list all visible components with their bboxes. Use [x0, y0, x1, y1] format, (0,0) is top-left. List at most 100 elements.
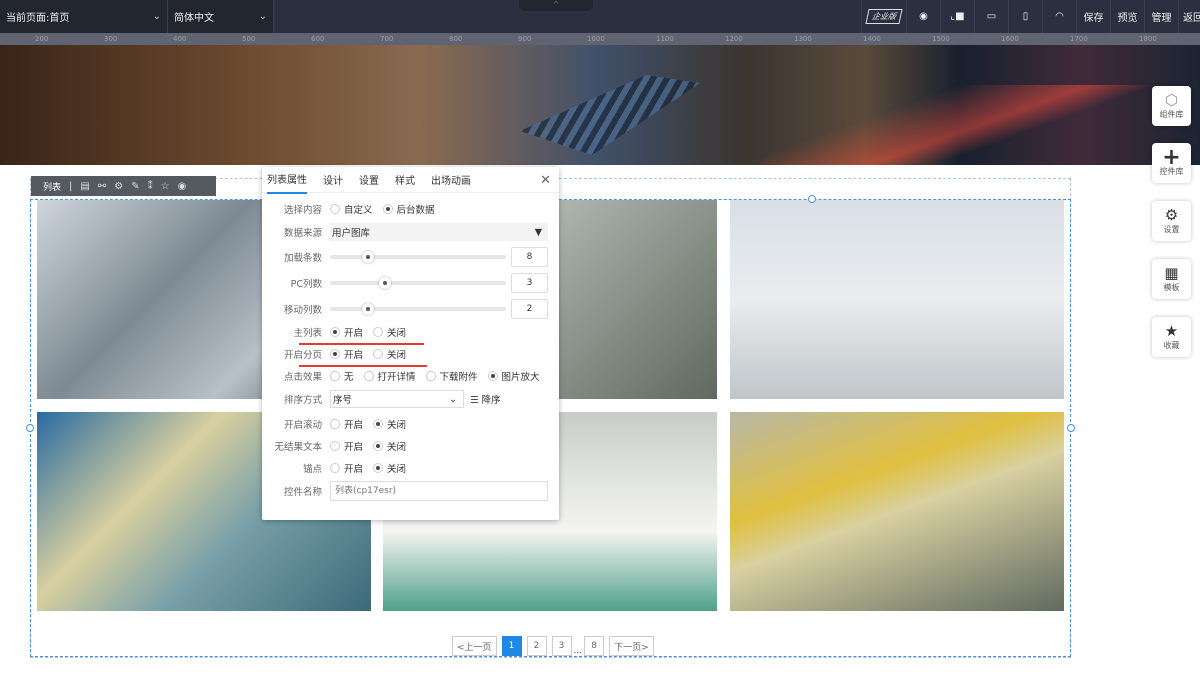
mobile-cols-label: 移动列数	[283, 305, 322, 316]
radio-select-content[interactable]: 自定义	[330, 202, 373, 216]
radio-paging[interactable]: 开启	[330, 347, 363, 361]
mobile-cols-input[interactable]: 2	[511, 299, 548, 319]
pc-cols-label: PC列数	[290, 279, 322, 290]
plus-icon: +	[1162, 145, 1181, 170]
data-source-select[interactable]: 用户图库 ▼	[330, 223, 548, 241]
template-grid-icon: ▦	[1164, 264, 1179, 282]
click-effect-label: 点击效果	[283, 372, 322, 383]
enterprise-badge[interactable]: 企业版	[861, 0, 906, 33]
tab-design[interactable]: 设计	[323, 166, 343, 193]
radio-click-effect[interactable]: 无	[330, 369, 354, 383]
close-icon[interactable]: ✕	[540, 173, 551, 188]
ruler-tick-label: 800	[449, 35, 463, 43]
ruler-tick-label: 1100	[656, 35, 674, 43]
tab-entrance-animation[interactable]: 出场动画	[431, 166, 471, 193]
tab-list-properties[interactable]: 列表属性	[267, 165, 307, 194]
control-name-input[interactable]	[330, 481, 548, 501]
sort-value: 序号	[333, 395, 353, 406]
mobile-cols-slider[interactable]	[330, 303, 506, 315]
radio-scroll[interactable]: 关闭	[373, 417, 406, 431]
prev-page-button[interactable]: <上一页	[452, 636, 497, 656]
load-count-label: 加载条数	[283, 253, 322, 264]
language-select[interactable]: 简体中文 ⌄	[168, 0, 274, 33]
tab-settings[interactable]: 设置	[359, 166, 379, 193]
radio-paging[interactable]: 关闭	[373, 347, 406, 361]
pc-cols-slider[interactable]	[330, 277, 506, 289]
page-button[interactable]: 3	[551, 636, 572, 656]
radio-circle	[363, 371, 374, 381]
list-item-image[interactable]	[730, 412, 1064, 611]
radio-scroll[interactable]: 开启	[330, 417, 363, 431]
radio-main-list[interactable]: 关闭	[373, 325, 406, 339]
radio-label: 开启	[344, 420, 364, 431]
animation-icon[interactable]: ⁑	[148, 181, 153, 192]
radio-label: 开启	[344, 464, 364, 475]
radio-click-effect[interactable]: 打开详情	[363, 369, 416, 383]
radio-click-effect[interactable]: 下载附件	[425, 369, 478, 383]
radio-no-result[interactable]: 关闭	[373, 439, 406, 453]
radio-no-result[interactable]: 开启	[330, 439, 363, 453]
headset-icon[interactable]: ◠	[1042, 0, 1076, 33]
controls-library-button[interactable]: + 控件库	[1152, 143, 1191, 183]
brush-icon[interactable]: ✎	[131, 181, 139, 192]
radio-label: 关闭	[387, 350, 407, 361]
star-icon[interactable]: ☆	[161, 181, 170, 192]
star-gear-icon: ★	[1164, 322, 1179, 340]
resize-handle-top[interactable]	[808, 195, 816, 203]
select-content-label: 选择内容	[283, 205, 322, 216]
radio-click-effect[interactable]: 图片放大	[487, 369, 540, 383]
pagination-ellipsis: ...	[573, 646, 583, 656]
radio-label: 关闭	[387, 420, 407, 431]
mobile-icon[interactable]: ▯	[1008, 0, 1042, 33]
resize-handle-left[interactable]	[26, 424, 34, 432]
save-button[interactable]: 保存	[1076, 0, 1110, 33]
top-toolbar: 当前页面:首页 ⌄ 简体中文 ⌄ ^ 企业版 ◉ ⌞■ ▭ ▯ ◠ 保存 预览 管理…	[0, 0, 1200, 33]
settings-button[interactable]: ⚙ 设置	[1152, 201, 1191, 241]
chevron-down-icon: ⌄	[449, 393, 457, 405]
radio-main-list[interactable]: 开启	[330, 325, 363, 339]
page-select-label: 当前页面:首页	[6, 13, 70, 24]
next-page-button[interactable]: 下一页>	[609, 636, 654, 656]
tab-style[interactable]: 样式	[395, 166, 415, 193]
page-button[interactable]: 2	[526, 636, 547, 656]
page-button[interactable]: 8	[584, 636, 605, 656]
sort-label: 排序方式	[283, 395, 322, 406]
preview-button[interactable]: 预览	[1110, 0, 1144, 33]
components-library-button[interactable]: ⬡ 组件库	[1152, 86, 1191, 126]
sort-order-button[interactable]: ☰ 降序	[470, 392, 501, 406]
gear-icon[interactable]: ⚙	[114, 181, 123, 192]
layout-icon[interactable]: ⌞■	[940, 0, 974, 33]
load-count-input[interactable]: 8	[511, 247, 548, 267]
radio-label: 开启	[344, 328, 364, 339]
radio-select-content[interactable]: 后台数据	[382, 202, 435, 216]
resize-handle-right[interactable]	[1067, 424, 1075, 432]
radio-anchor[interactable]: 开启	[330, 461, 363, 475]
radio-anchor[interactable]: 关闭	[373, 461, 406, 475]
link-icon[interactable]: ⚯	[98, 181, 106, 192]
eye-icon[interactable]: ◉	[906, 0, 940, 33]
page-button[interactable]: 1	[501, 636, 522, 656]
separator: |	[69, 180, 73, 192]
anchor-label: 锚点	[302, 464, 322, 475]
favorites-button[interactable]: ★ 收藏	[1152, 317, 1191, 357]
manage-button[interactable]: 管理	[1144, 0, 1178, 33]
list-item-image[interactable]	[730, 200, 1064, 399]
collapse-toolbar-tab[interactable]: ^	[519, 0, 593, 11]
desktop-icon[interactable]: ▭	[974, 0, 1008, 33]
radio-circle	[330, 327, 340, 337]
eye-icon[interactable]: ◉	[178, 181, 187, 192]
templates-button[interactable]: ▦ 模板	[1152, 259, 1191, 299]
back-button[interactable]: 返回	[1178, 0, 1200, 33]
ruler-tick-label: 900	[518, 35, 532, 43]
pc-cols-input[interactable]: 3	[511, 273, 548, 293]
control-name-label: 控件名称	[283, 487, 322, 498]
ruler-tick-label: 1200	[725, 35, 743, 43]
page-select[interactable]: 当前页面:首页 ⌄	[0, 0, 168, 33]
radio-circle	[373, 463, 384, 473]
edit-icon[interactable]: ▤	[80, 181, 89, 192]
radio-label: 后台数据	[396, 205, 435, 216]
radio-label: 关闭	[387, 464, 407, 475]
sort-select[interactable]: 序号 ⌄	[330, 390, 464, 408]
ruler-tick-label: 1300	[794, 35, 812, 43]
load-count-slider[interactable]	[330, 251, 506, 263]
